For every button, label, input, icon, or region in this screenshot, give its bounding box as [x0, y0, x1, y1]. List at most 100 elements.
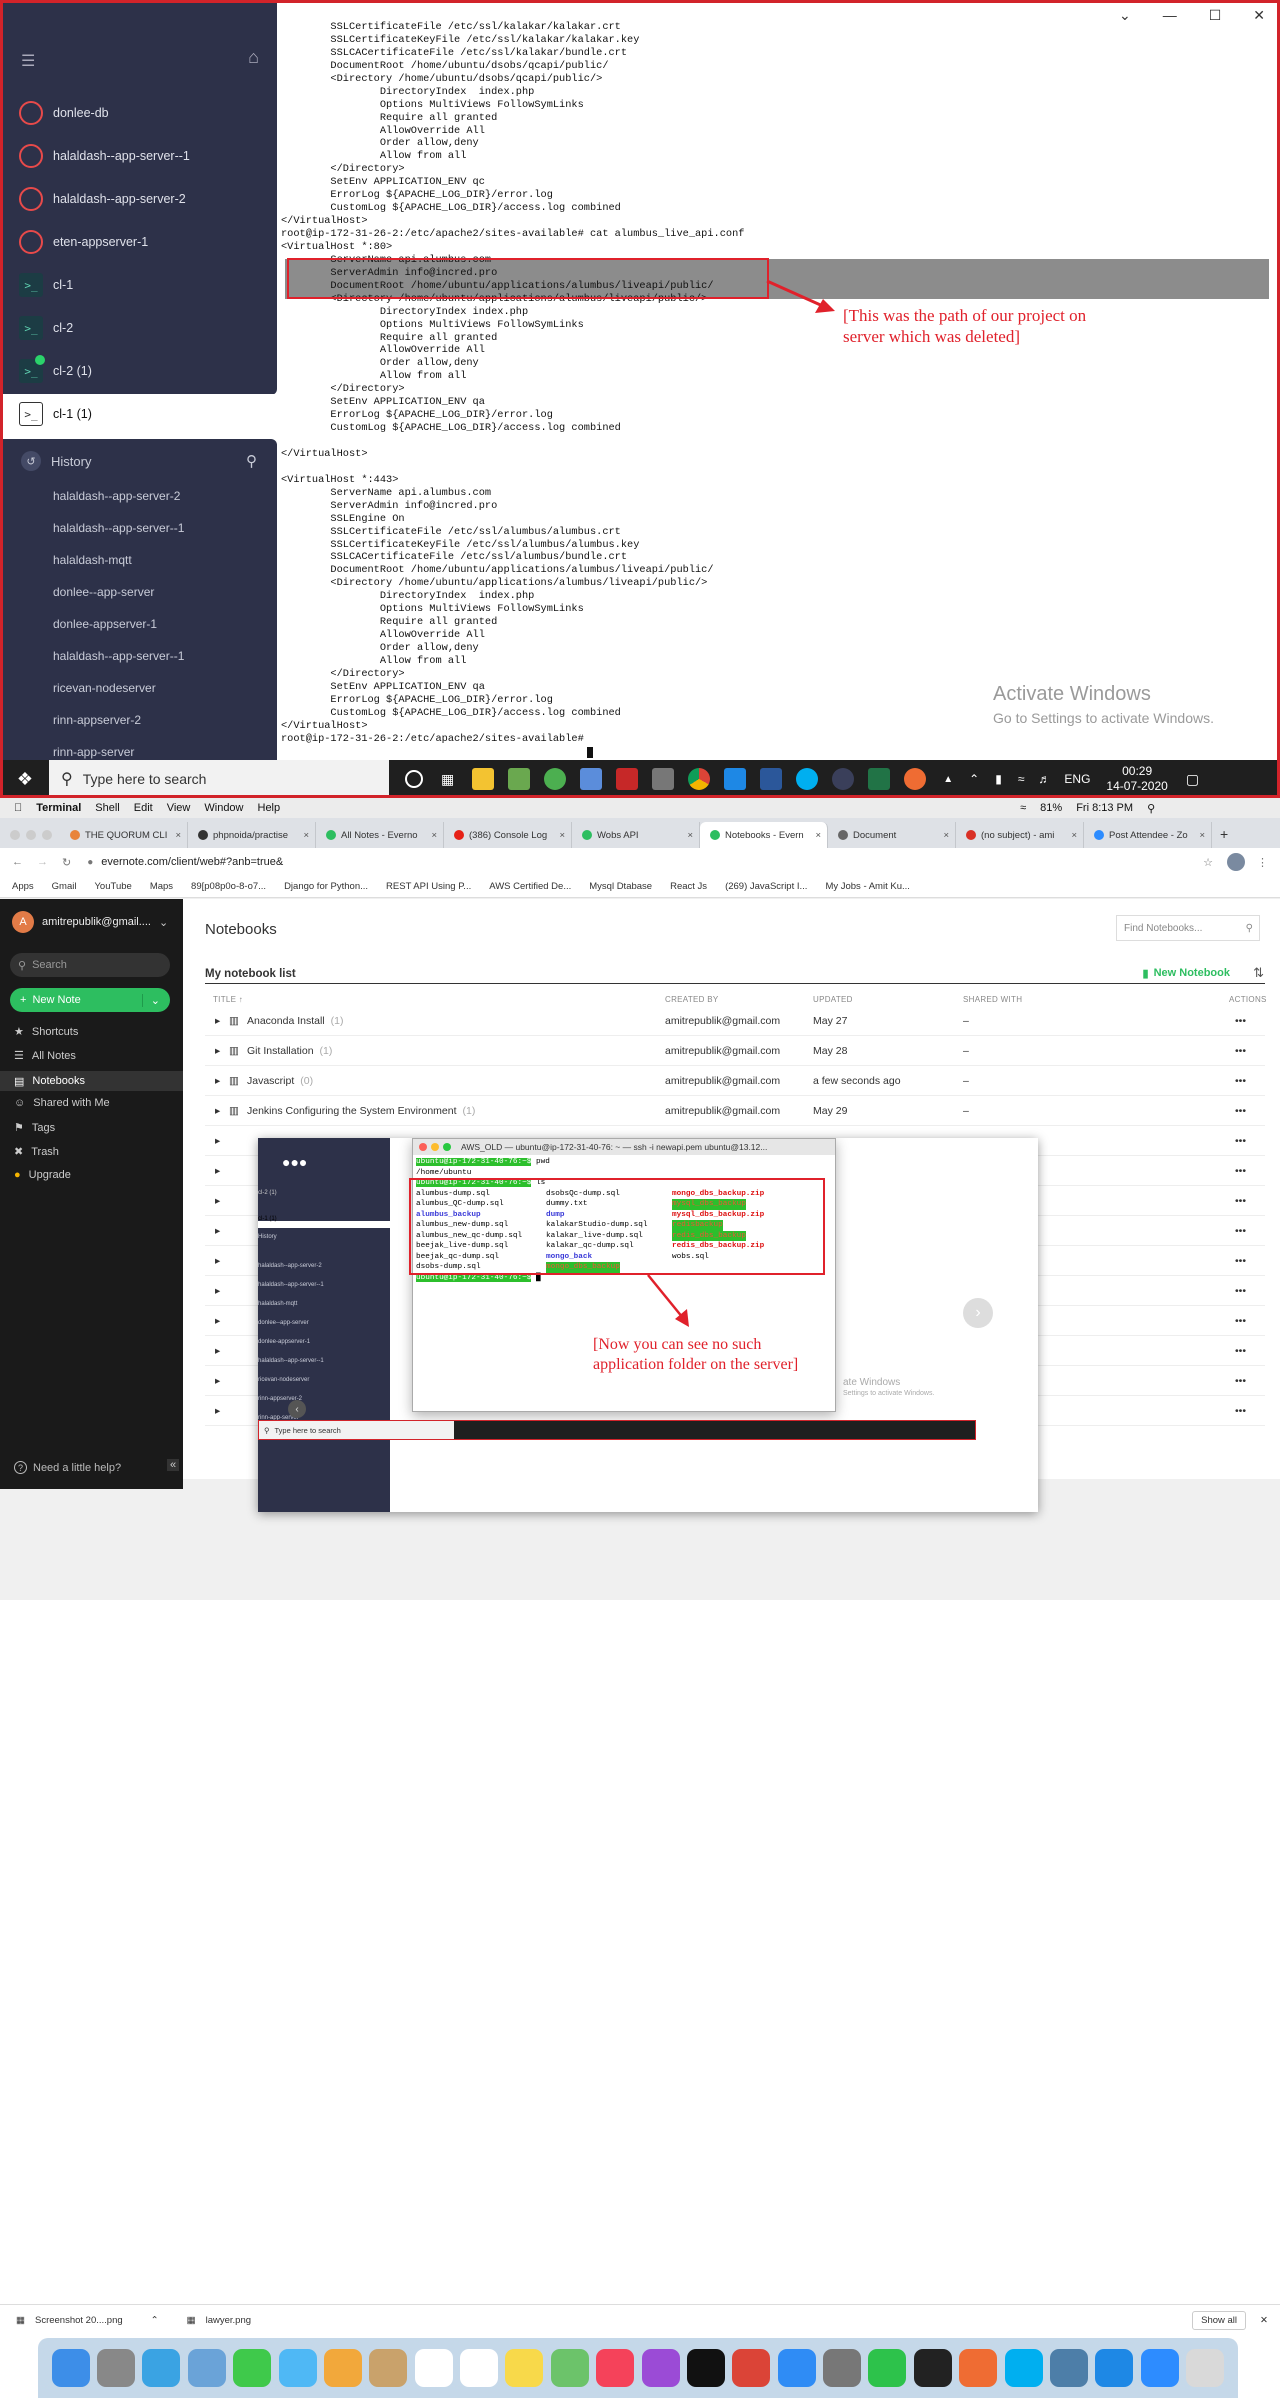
expand-icon[interactable]: ▸	[215, 1225, 220, 1237]
preview-icon[interactable]	[187, 2349, 226, 2387]
terminal-output[interactable]: SSLCertificateFile /etc/ssl/kalakar/kala…	[281, 21, 1271, 761]
music-icon[interactable]	[596, 2349, 635, 2387]
maps-icon[interactable]	[550, 2349, 589, 2387]
more-icon[interactable]: •••	[1235, 1105, 1246, 1117]
more-icon[interactable]: •••	[1235, 1315, 1246, 1327]
browser-tab[interactable]: phpnoida/practise ×	[188, 822, 316, 848]
excel-icon[interactable]	[868, 768, 891, 790]
menubar-clock[interactable]: Fri 8:13 PM	[1076, 802, 1133, 814]
expand-icon[interactable]: ▸	[215, 1375, 220, 1387]
postman-icon[interactable]	[959, 2349, 998, 2387]
more-icon[interactable]: •••	[1235, 1345, 1246, 1357]
close-tab-icon[interactable]: ×	[175, 830, 181, 841]
close-window-button[interactable]	[10, 830, 20, 840]
bookmark-star-icon[interactable]: ☆	[1203, 856, 1213, 869]
browser-tab[interactable]: Document ×	[828, 822, 956, 848]
host-item[interactable]: >_ cl-1 (1)	[3, 394, 277, 434]
cortana-icon[interactable]	[405, 770, 423, 788]
chevron-up-icon[interactable]: ⌃	[151, 2315, 159, 2326]
download-item[interactable]: Screenshot 20....png	[35, 2315, 123, 2326]
photos-icon[interactable]	[323, 2349, 362, 2387]
menu-help[interactable]: Help	[258, 802, 281, 814]
chevron-right-icon[interactable]: ›	[963, 1298, 993, 1328]
history-item[interactable]: rinn-app-server	[53, 745, 134, 759]
expand-icon[interactable]: ▸	[215, 1075, 220, 1087]
expand-icon[interactable]: ▸	[215, 1405, 220, 1417]
more-icon[interactable]: •••	[1235, 1165, 1246, 1177]
taskbar-clock[interactable]: 00:29 14-07-2020	[1106, 764, 1167, 794]
host-item[interactable]: >_ cl-2 (1)	[3, 351, 277, 391]
nav-item[interactable]: ⚑ Tags	[14, 1121, 55, 1135]
chevron-down-icon[interactable]: ⌄	[141, 993, 160, 1007]
language-indicator[interactable]: ENG	[1064, 772, 1090, 786]
table-row[interactable]: ▸ ▥ Anaconda Install amitrepublik@gmail.com…	[205, 1006, 1265, 1036]
expand-icon[interactable]: ▸	[215, 1105, 220, 1117]
browser-tab[interactable]: THE QUORUM CLI ×	[60, 822, 188, 848]
termius-icon[interactable]	[832, 768, 855, 790]
close-tab-icon[interactable]: ×	[815, 830, 821, 841]
expand-icon[interactable]: ▸	[215, 1255, 220, 1267]
bookmark-item[interactable]: Django for Python...	[284, 881, 368, 892]
bookmark-item[interactable]: Mysql Dtabase	[589, 881, 652, 892]
system-preferences-icon[interactable]	[823, 2349, 862, 2387]
account-switcher[interactable]: A amitrepublik@gmail.... ⌄	[12, 911, 168, 933]
more-icon[interactable]: •••	[1235, 1255, 1246, 1267]
search-icon[interactable]: ⚲	[246, 452, 257, 470]
more-icon[interactable]: •••	[1235, 1015, 1246, 1027]
finder-icon[interactable]	[51, 2349, 90, 2387]
expand-icon[interactable]: ▸	[215, 1345, 220, 1357]
chrome-icon[interactable]	[732, 2349, 771, 2387]
close-tab-icon[interactable]: ×	[431, 830, 437, 841]
home-icon[interactable]: ⌂	[248, 47, 259, 68]
spotlight-icon[interactable]: ⚲	[1147, 802, 1155, 815]
table-row[interactable]: ▸ ▥ Jenkins Configuring the System Environ…	[205, 1096, 1265, 1126]
close-tab-icon[interactable]: ×	[687, 830, 693, 841]
table-row[interactable]: ▸ ▥ Javascript amitrepublik@gmail.com a few …	[205, 1066, 1265, 1096]
tray-arrows-icon[interactable]: ▲	[943, 774, 953, 785]
history-item[interactable]: halaldash--app-server-2	[53, 489, 180, 503]
safari-icon[interactable]	[142, 2349, 181, 2387]
tv-icon[interactable]	[686, 2349, 725, 2387]
volume-icon[interactable]: ♬	[1038, 772, 1050, 786]
browser-tab[interactable]: (386) Console Log ×	[444, 822, 572, 848]
menu-shell[interactable]: Shell	[95, 802, 119, 814]
skype-icon[interactable]	[1004, 2349, 1043, 2387]
nav-item[interactable]: ✖ Trash	[14, 1145, 59, 1159]
mini-search[interactable]: ⚲ Type here to search	[259, 1421, 454, 1439]
app-icon[interactable]	[544, 768, 567, 790]
word-icon[interactable]	[760, 768, 783, 790]
bookmark-item[interactable]: REST API Using P...	[386, 881, 471, 892]
notifications-icon[interactable]: ▢	[1186, 771, 1199, 788]
menu-view[interactable]: View	[167, 802, 191, 814]
nav-item[interactable]: ★ Shortcuts	[14, 1025, 78, 1039]
help-link[interactable]: ? Need a little help?	[14, 1461, 121, 1474]
app-icon[interactable]	[652, 768, 675, 790]
notes-icon[interactable]	[505, 2349, 544, 2387]
contacts-icon[interactable]	[369, 2349, 408, 2387]
find-notebooks-input[interactable]: Find Notebooks... ⚲	[1116, 915, 1260, 941]
wifi-icon[interactable]: ≈	[1020, 802, 1026, 814]
launchpad-icon[interactable]	[97, 2349, 136, 2387]
expand-icon[interactable]: ▸	[215, 1315, 220, 1327]
task-view-icon[interactable]: ▦	[441, 771, 454, 788]
expand-icon[interactable]: ▸	[215, 1165, 220, 1177]
zoom-window-button[interactable]	[42, 830, 52, 840]
calendar-icon[interactable]	[414, 2349, 453, 2387]
table-row[interactable]: ▸ ▥ Git Installation amitrepublik@gmail.com…	[205, 1036, 1265, 1066]
host-item[interactable]: >_ cl-1	[3, 265, 277, 305]
host-item[interactable]: eten-appserver-1	[3, 222, 277, 262]
more-icon[interactable]: •••	[1235, 1285, 1246, 1297]
zoom-window-button[interactable]	[443, 1143, 451, 1151]
col-title[interactable]: TITLE ↑	[213, 995, 243, 1004]
zoom-icon[interactable]	[1140, 2349, 1179, 2387]
mac-terminal-window[interactable]: AWS_OLD — ubuntu@ip-172-31-40-76: ~ — ss…	[409, 1138, 836, 1412]
collapse-sidebar-icon[interactable]: «	[167, 1459, 179, 1471]
expand-icon[interactable]: ▸	[215, 1195, 220, 1207]
expand-icon[interactable]: ▸	[215, 1015, 220, 1027]
close-icon[interactable]: ✕	[1260, 2315, 1268, 2326]
history-item[interactable]: halaldash-mqtt	[53, 553, 132, 567]
bookmark-item[interactable]: Apps	[12, 881, 34, 892]
minimize-window-button[interactable]	[431, 1143, 439, 1151]
new-tab-button[interactable]: +	[1220, 822, 1228, 848]
menu-icon[interactable]: ☰	[21, 51, 35, 71]
